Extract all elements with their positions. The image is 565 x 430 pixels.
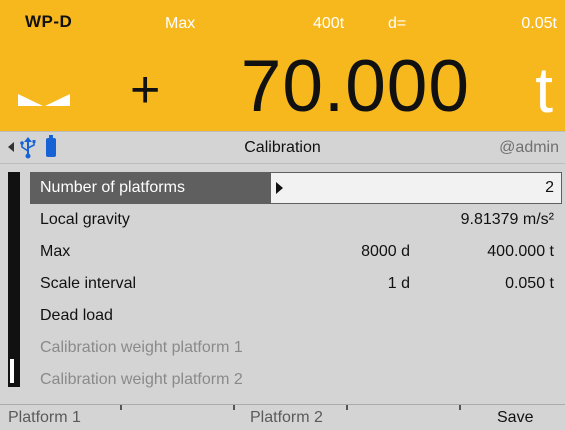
caret-right-icon [276,182,283,194]
menu-row-calibration-weight-platform-2: Calibration weight platform 2 [30,364,562,396]
menu-row-local-gravity[interactable]: Local gravity 9.81379 m/s² [30,204,562,236]
row-label: Scale interval [40,275,137,292]
softkey-divider [120,405,122,410]
menu-row-calibration-weight-platform-1: Calibration weight platform 1 [30,332,562,364]
scrollbar[interactable] [8,172,20,387]
row-value: 9.81379 m/s² [460,211,554,228]
softkey-divider [459,405,461,410]
row-label: Max [40,243,71,260]
interval-value: 0.05t [521,15,557,32]
row-value: 400.000 t [487,243,554,260]
softkey-platform-2[interactable]: Platform 2 [250,409,323,427]
menu-row-max[interactable]: Max 8000 d 400.000 t [30,236,562,268]
row-value-divisions: 8000 d [361,243,410,260]
max-label: Max [165,15,196,32]
menu-row-dead-load[interactable]: Dead load [30,300,562,332]
row-value: 2 [545,179,554,196]
capacity-value: 400t [313,15,345,32]
platforms-value-field[interactable] [270,172,562,204]
menu-panel: Number of platforms 2 Local gravity 9.81… [0,164,565,404]
display-status-bar: WP-D Max 400t d= 0.05t [0,0,565,40]
user-label: @admin [499,139,559,156]
row-label: Number of platforms [40,179,185,196]
menu-header: Calibration @admin [0,131,565,164]
row-label: Dead load [40,307,113,324]
softkey-save[interactable]: Save [497,409,533,427]
softkey-divider [233,405,235,410]
weight-sign: + [130,61,161,119]
row-value-divisions: 1 d [387,275,410,292]
triangle-left-icon [18,94,43,106]
softkey-divider [346,405,348,410]
menu-row-number-of-platforms[interactable]: Number of platforms 2 [30,172,562,204]
softkey-bar: Platform 1 Platform 2 Save [0,404,565,430]
weight-display: WP-D Max 400t d= 0.05t + 70.000 t [0,0,565,131]
softkey-platform-1[interactable]: Platform 1 [8,409,81,427]
scrollbar-thumb[interactable] [9,358,15,384]
triangle-right-icon [45,94,70,106]
row-label: Calibration weight platform 2 [40,371,243,388]
row-value: 0.050 t [505,275,554,292]
interval-label: d= [388,15,407,32]
row-label: Calibration weight platform 1 [40,339,243,356]
weight-unit: t [535,54,553,126]
menu-row-scale-interval[interactable]: Scale interval 1 d 0.050 t [30,268,562,300]
device-name: WP-D [25,12,73,31]
weight-value: 70.000 [240,46,470,127]
row-label: Local gravity [40,211,130,228]
menu-title: Calibration [244,139,321,156]
